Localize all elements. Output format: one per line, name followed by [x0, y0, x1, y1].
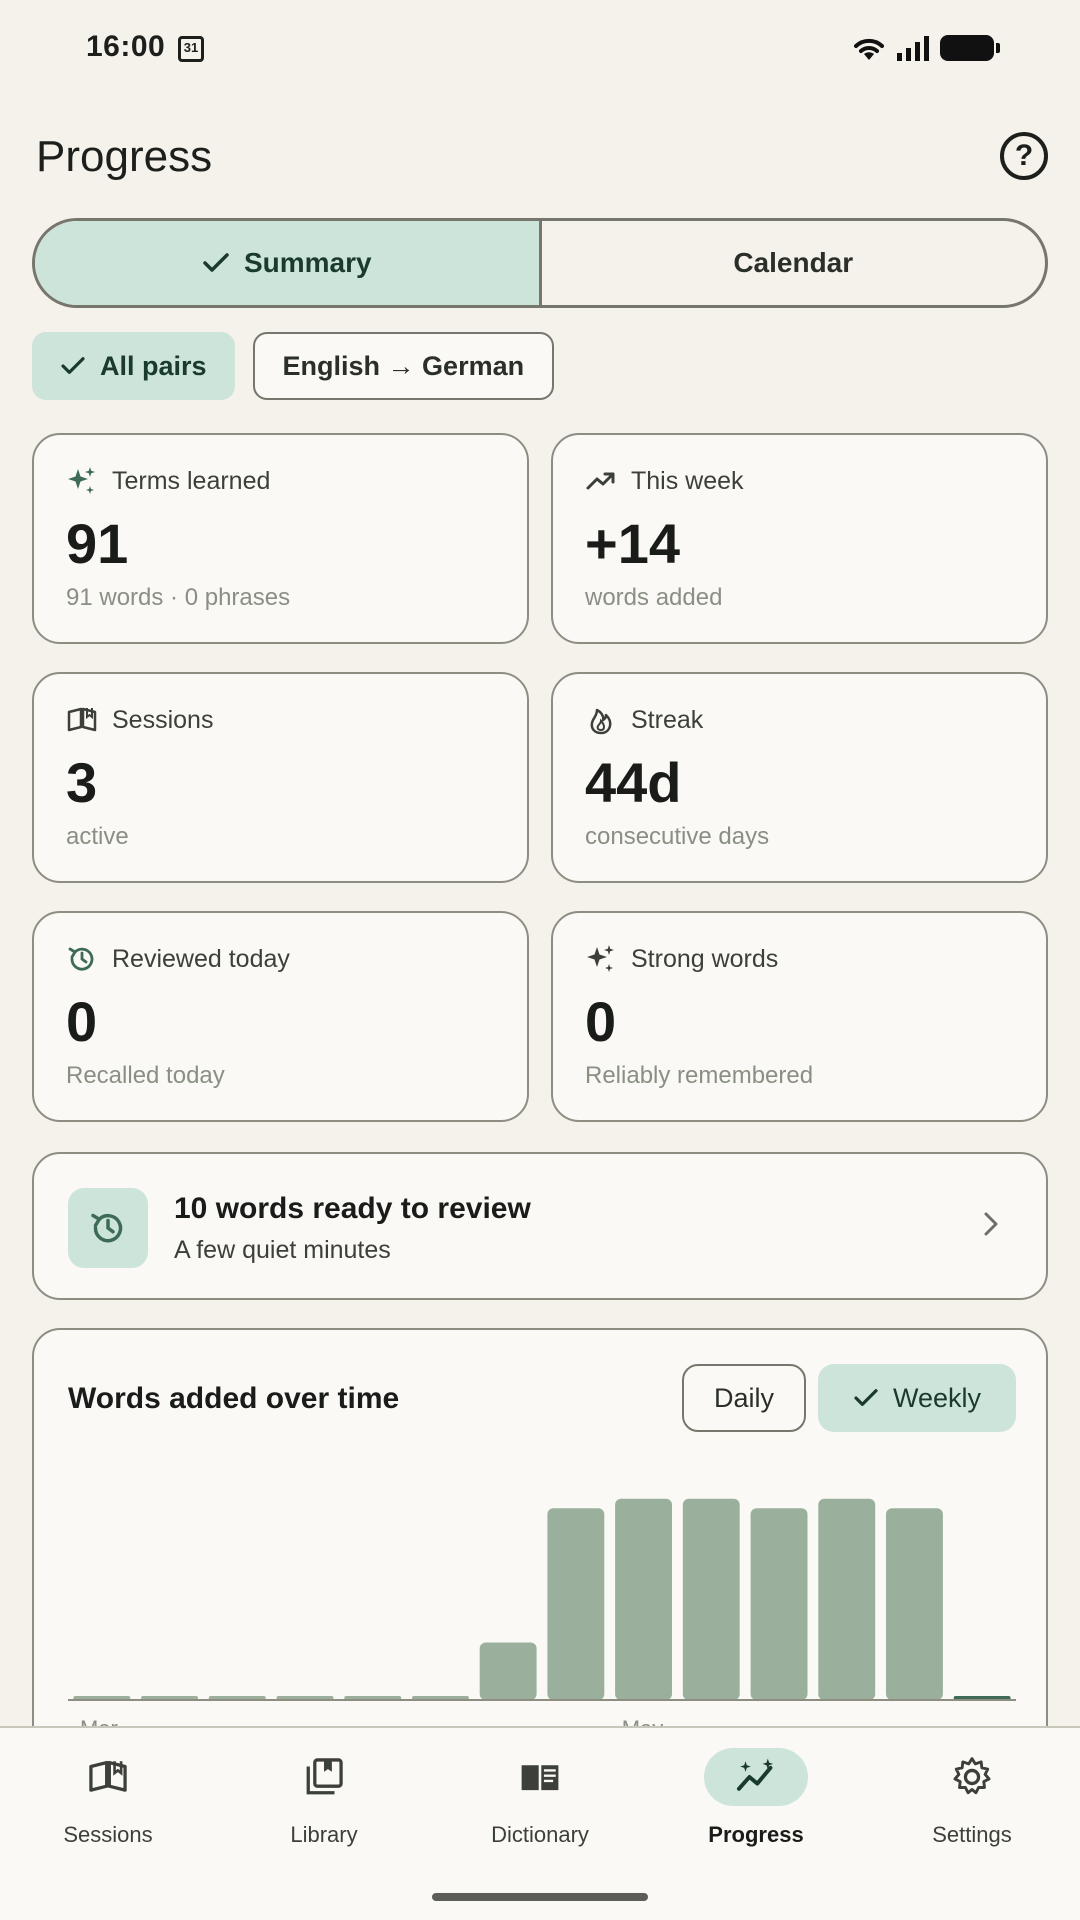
- stat-card-reviewed-today: Reviewed today 0 Recalled today: [32, 911, 529, 1122]
- words-bar-chart: MarMay: [68, 1498, 1016, 1741]
- page-title: Progress: [36, 132, 213, 181]
- battery-icon: [940, 35, 1000, 61]
- stat-value: 0: [585, 990, 617, 1053]
- nav-item-sessions[interactable]: Sessions: [18, 1748, 198, 1848]
- help-button[interactable]: ?: [1000, 132, 1048, 180]
- chart-bar: [682, 1498, 740, 1701]
- stat-value: 91: [66, 512, 129, 575]
- trending-up-icon: [586, 472, 615, 490]
- chart-bar: [886, 1508, 943, 1700]
- bottom-navigation: Sessions Library Dictionary Progress Set…: [0, 1726, 1080, 1920]
- book-open-icon: [67, 707, 97, 732]
- stat-card-streak: Streak 44d consecutive days: [551, 672, 1048, 883]
- tab-calendar[interactable]: Calendar: [542, 221, 1046, 305]
- tab-summary[interactable]: Summary: [35, 221, 542, 305]
- nav-item-progress[interactable]: Progress: [666, 1748, 846, 1848]
- stat-title: Sessions: [112, 705, 214, 734]
- nav-label: Library: [290, 1822, 358, 1847]
- history-icon: [68, 947, 94, 971]
- history-icon: [91, 1213, 123, 1243]
- check-icon: [203, 253, 229, 272]
- chart-bar: [615, 1498, 672, 1701]
- home-indicator: [432, 1893, 648, 1901]
- nav-item-settings[interactable]: Settings: [882, 1748, 1062, 1848]
- chip-all-pairs[interactable]: All pairs: [32, 332, 235, 400]
- stat-subtitle: Recalled today: [66, 1062, 225, 1089]
- chip-english-german-label: English → German: [282, 350, 525, 381]
- book-open-icon: [89, 1760, 127, 1792]
- chart-bar: [479, 1642, 537, 1700]
- status-time: 16:00: [86, 30, 166, 63]
- review-subtitle: A few quiet minutes: [174, 1236, 391, 1264]
- stat-subtitle: active: [66, 823, 129, 850]
- tab-summary-label: Summary: [243, 247, 372, 278]
- tab-calendar-label: Calendar: [733, 247, 854, 278]
- check-icon: [61, 357, 85, 374]
- calendar-notification-icon: 31: [178, 36, 204, 62]
- signal-icon: [897, 36, 929, 61]
- flame-icon: [590, 708, 612, 735]
- help-icon: ?: [1014, 139, 1034, 172]
- stat-subtitle: Reliably remembered: [585, 1062, 814, 1089]
- nav-item-library[interactable]: Library: [234, 1748, 414, 1848]
- stat-title: This week: [631, 466, 744, 495]
- nav-label: Sessions: [63, 1822, 153, 1847]
- progress-icon: [736, 1758, 774, 1791]
- nav-item-dictionary[interactable]: Dictionary: [450, 1748, 630, 1848]
- sparkle-icon: [587, 945, 614, 972]
- wifi-icon: [854, 38, 884, 60]
- stat-card-strong-words: Strong words 0 Reliably remembered: [551, 911, 1048, 1122]
- dictionary-icon: [521, 1765, 559, 1791]
- stat-subtitle: consecutive days: [585, 823, 770, 850]
- chip-all-pairs-label: All pairs: [100, 350, 207, 381]
- stat-card-terms-learned: Terms learned 91 91 words · 0 phrases: [32, 433, 529, 644]
- words-over-time-card: Words added over time Daily Weekly MarMa…: [32, 1328, 1048, 1748]
- stat-subtitle: 91 words · 0 phrases: [66, 584, 291, 611]
- stat-title: Terms learned: [112, 466, 271, 495]
- chart-bar: [547, 1508, 605, 1700]
- nav-label: Progress: [708, 1822, 804, 1847]
- stat-title: Strong words: [631, 944, 779, 973]
- chart-bar: [750, 1508, 808, 1700]
- stat-value: 44d: [585, 751, 682, 814]
- stat-card-this-week: This week +14 words added: [551, 433, 1048, 644]
- nav-label: Dictionary: [491, 1822, 589, 1847]
- stat-value: 3: [66, 751, 98, 814]
- chart-bar: [818, 1498, 876, 1701]
- stat-value: +14: [585, 512, 680, 575]
- language-pair-filters: All pairs English → German: [32, 332, 555, 400]
- view-segmented-control: Summary Calendar: [32, 218, 1048, 308]
- gear-icon: [953, 1757, 991, 1795]
- chip-english-german[interactable]: English → German: [252, 332, 555, 400]
- stat-title: Reviewed today: [112, 944, 290, 973]
- review-title: 10 words ready to review: [174, 1192, 531, 1225]
- nav-label: Settings: [932, 1822, 1012, 1847]
- stat-card-sessions: Sessions 3 active: [32, 672, 529, 883]
- review-icon-container: [68, 1188, 148, 1268]
- chevron-right-icon: [984, 1212, 998, 1236]
- review-ready-card[interactable]: 10 words ready to review A few quiet min…: [32, 1152, 1048, 1300]
- stat-title: Streak: [631, 705, 704, 734]
- library-icon: [306, 1758, 343, 1795]
- status-icons: [852, 34, 1000, 62]
- status-bar: 16:00 31: [0, 0, 1080, 100]
- stat-subtitle: words added: [585, 584, 723, 611]
- sparkle-icon: [68, 467, 95, 494]
- stat-value: 0: [66, 990, 98, 1053]
